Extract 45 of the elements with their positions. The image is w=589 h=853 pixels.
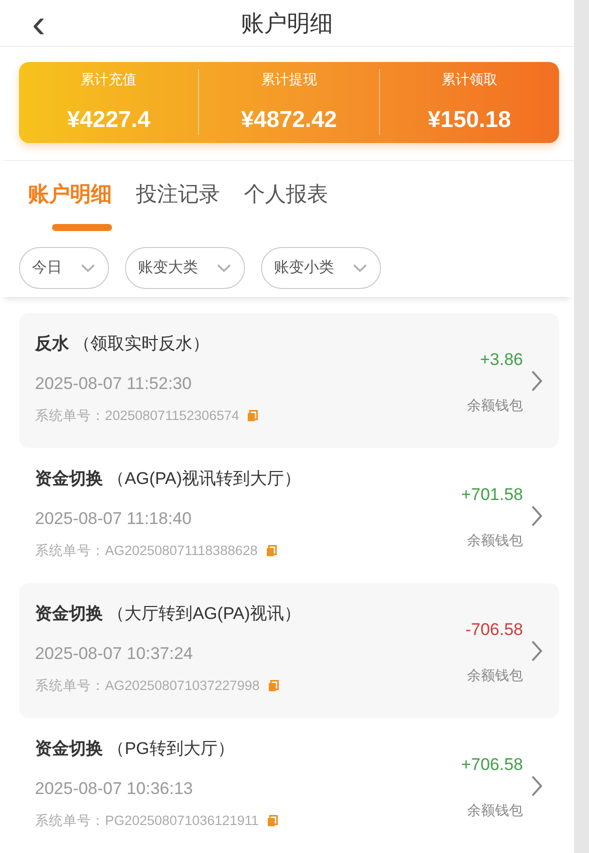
wallet-label: 余额钱包 xyxy=(467,666,523,684)
page-title: 账户明细 xyxy=(241,8,333,38)
record-title: 资金切换 （PG转到大厅） xyxy=(35,738,236,760)
stat-label: 累计充值 xyxy=(80,70,138,89)
stat-value: ¥4227.4 xyxy=(66,104,152,134)
amount: +706.58 xyxy=(461,754,523,776)
filter-dropdown[interactable]: 今日 xyxy=(19,247,109,289)
record-title: 反水 （领取实时反水） xyxy=(35,333,211,355)
chevron-down-icon xyxy=(80,263,96,273)
order-number: 系统单号：AG202508071037227998 xyxy=(35,677,260,695)
chevron-right-icon[interactable] xyxy=(531,640,543,662)
stat-label: 累计领取 xyxy=(440,70,498,89)
back-button[interactable]: ‹ xyxy=(26,4,52,44)
tab[interactable]: 投注记录 xyxy=(136,160,220,210)
order-number: 系统单号：PG202508071036121911 xyxy=(35,812,259,830)
record-time: 2025-08-07 10:37:24 xyxy=(35,642,194,664)
record-title: 资金切换 （大厅转到AG(PA)视讯） xyxy=(35,603,302,625)
filter-dropdown[interactable]: 账变大类 xyxy=(125,247,245,289)
copy-icon[interactable] xyxy=(247,410,258,422)
stat-value: ¥4872.42 xyxy=(240,104,338,134)
record-time: 2025-08-07 11:18:40 xyxy=(35,508,193,530)
record-title: 资金切换 （AG(PA)视讯转到大厅） xyxy=(35,468,302,490)
copy-icon[interactable] xyxy=(266,815,278,828)
chevron-right-icon[interactable] xyxy=(531,504,543,526)
chevron-down-icon xyxy=(216,263,232,273)
chevron-down-icon xyxy=(352,263,368,273)
amount: +701.58 xyxy=(461,484,523,506)
record-time: 2025-08-07 10:36:13 xyxy=(35,778,194,800)
stat-value: ¥150.18 xyxy=(426,104,512,134)
amount: +3.86 xyxy=(480,349,523,371)
stat-label: 累计提现 xyxy=(260,70,318,89)
wallet-label: 余额钱包 xyxy=(467,396,523,414)
copy-icon[interactable] xyxy=(268,680,279,692)
order-number: 系统单号：202508071152306574 xyxy=(35,407,240,425)
amount: -706.58 xyxy=(465,619,523,641)
record-time: 2025-08-07 11:52:30 xyxy=(35,372,193,394)
wallet-label: 余额钱包 xyxy=(467,530,523,550)
chevron-right-icon[interactable] xyxy=(531,774,543,796)
copy-icon[interactable] xyxy=(266,545,277,558)
filter-dropdown[interactable]: 账变小类 xyxy=(261,247,381,289)
tab[interactable]: 个人报表 xyxy=(244,160,328,210)
chevron-right-icon[interactable] xyxy=(531,370,543,392)
wallet-label: 余额钱包 xyxy=(467,800,523,820)
order-number: 系统单号：AG202508071118388628 xyxy=(35,542,258,560)
active-tab-indicator xyxy=(52,224,112,231)
